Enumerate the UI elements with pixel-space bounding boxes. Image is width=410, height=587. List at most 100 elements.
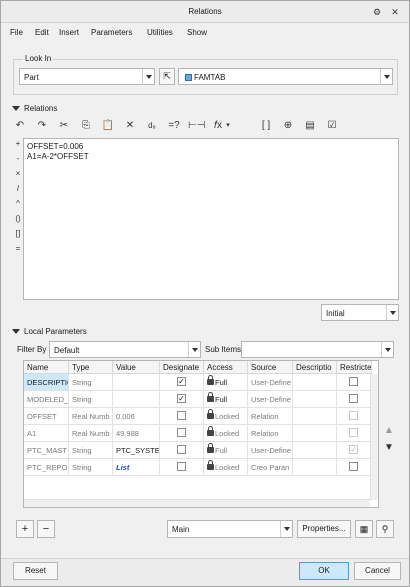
designate-checkbox[interactable]: ✓ — [177, 377, 186, 386]
restricted-checkbox[interactable] — [349, 377, 358, 386]
param-value-cell[interactable]: 0.006 — [113, 408, 160, 425]
insert-dimension-icon[interactable]: ⊢⊣ — [188, 118, 205, 134]
view-select[interactable]: Main — [167, 520, 293, 538]
param-description-cell[interactable] — [293, 442, 337, 459]
equals-operator-icon[interactable]: = — [13, 244, 23, 253]
menu-parameters[interactable]: Parameters — [91, 28, 132, 37]
delete-icon[interactable]: ✕ — [122, 118, 138, 134]
parentheses-operator-icon[interactable]: () — [13, 214, 23, 223]
menu-show[interactable]: Show — [187, 28, 207, 37]
param-name-cell[interactable]: DESCRIPTIO — [24, 374, 69, 391]
settings-icon[interactable]: ⚙ — [371, 6, 383, 18]
verify-relations-icon[interactable]: ⊕ — [280, 118, 296, 134]
param-access-cell[interactable]: Locked — [204, 408, 248, 425]
menu-file[interactable]: File — [10, 28, 23, 37]
relations-heading[interactable]: Relations — [12, 104, 57, 113]
param-name-cell[interactable]: MODELED_ — [24, 391, 69, 408]
remove-parameter-button[interactable]: − — [37, 520, 55, 538]
sub-items-select[interactable] — [241, 341, 394, 358]
relations-editor[interactable]: OFFSET=0.006 A1=A-2*OFFSET — [23, 138, 399, 300]
column-header-type[interactable]: Type — [69, 361, 113, 374]
param-description-cell[interactable] — [293, 459, 337, 476]
param-name-cell[interactable]: A1 — [24, 425, 69, 442]
vertical-scrollbar[interactable] — [370, 374, 378, 500]
cancel-button[interactable]: Cancel — [354, 562, 401, 580]
brackets-icon[interactable]: [ ] — [258, 118, 274, 134]
look-in-model-select[interactable]: FAMTAB — [178, 68, 393, 85]
param-access-cell[interactable]: Full — [204, 391, 248, 408]
reset-button[interactable]: Reset — [13, 562, 58, 580]
param-name-cell[interactable]: OFFSET — [24, 408, 69, 425]
param-name-cell[interactable]: PTC_MAST — [24, 442, 69, 459]
sort-order-select[interactable]: Initial — [321, 304, 399, 321]
multiply-operator-icon[interactable]: × — [13, 169, 23, 178]
add-parameter-button[interactable]: + — [16, 520, 34, 538]
param-value-cell[interactable]: 49.988 — [113, 425, 160, 442]
column-header-description[interactable]: Descriptio — [293, 361, 337, 374]
param-value-cell[interactable] — [113, 374, 160, 391]
paste-icon[interactable]: 📋 — [100, 118, 116, 134]
param-value-list-link[interactable]: List — [113, 459, 160, 476]
parameters-table[interactable]: Name Type Value Designate Access Source … — [23, 360, 379, 508]
chevron-down-icon[interactable]: ▾ — [220, 118, 236, 134]
param-name-cell[interactable]: PTC_REPOI — [24, 459, 69, 476]
param-access-cell[interactable]: Full — [204, 374, 248, 391]
menu-insert[interactable]: Insert — [59, 28, 79, 37]
param-restricted-cell — [337, 408, 372, 425]
designate-checkbox[interactable] — [177, 411, 186, 420]
show-dimension-icon[interactable]: d₈ — [144, 118, 160, 134]
close-icon[interactable]: ✕ — [389, 6, 401, 18]
param-type-cell: String — [69, 391, 113, 408]
access-value: Locked — [215, 412, 240, 421]
param-access-cell[interactable]: Locked — [204, 459, 248, 476]
search-parameters-button[interactable]: ⚲ — [376, 520, 394, 538]
power-operator-icon[interactable]: ^ — [13, 199, 23, 208]
param-description-cell[interactable] — [293, 425, 337, 442]
param-access-cell[interactable]: Full — [204, 442, 248, 459]
column-header-value[interactable]: Value — [113, 361, 160, 374]
column-header-access[interactable]: Access — [204, 361, 248, 374]
table-columns-button[interactable]: ▦ — [355, 520, 373, 538]
look-in-type-select[interactable]: Part — [19, 68, 155, 85]
restricted-checkbox — [349, 411, 358, 420]
check-relations-icon[interactable]: ☑ — [324, 118, 340, 134]
param-description-cell[interactable] — [293, 374, 337, 391]
evaluate-icon[interactable]: =? — [166, 118, 182, 134]
minus-operator-icon[interactable]: - — [13, 154, 23, 163]
sort-relations-icon[interactable]: ▤ — [302, 118, 318, 134]
cut-icon[interactable]: ✂ — [56, 118, 72, 134]
copy-icon[interactable]: ⎘ — [78, 118, 94, 134]
param-value-cell[interactable] — [113, 391, 160, 408]
designate-checkbox[interactable] — [177, 462, 186, 471]
properties-button[interactable]: Properties... — [297, 520, 351, 538]
param-type-cell: String — [69, 374, 113, 391]
column-header-source[interactable]: Source — [248, 361, 293, 374]
divide-operator-icon[interactable]: / — [13, 184, 23, 193]
local-params-heading[interactable]: Local Parameters — [12, 327, 87, 336]
designate-checkbox[interactable] — [177, 445, 186, 454]
menu-edit[interactable]: Edit — [35, 28, 49, 37]
move-up-icon[interactable]: ▲ — [384, 425, 394, 436]
designate-checkbox[interactable]: ✓ — [177, 394, 186, 403]
param-access-cell[interactable]: Locked — [204, 425, 248, 442]
param-description-cell[interactable] — [293, 408, 337, 425]
collapse-triangle-icon — [12, 329, 20, 335]
restricted-checkbox[interactable] — [349, 394, 358, 403]
column-header-restricted[interactable]: Restricted — [337, 361, 372, 374]
filter-by-select[interactable]: Default — [49, 341, 201, 358]
plus-operator-icon[interactable]: + — [13, 139, 23, 148]
redo-icon[interactable]: ↷ — [34, 118, 50, 134]
undo-icon[interactable]: ↶ — [12, 118, 28, 134]
column-header-name[interactable]: Name — [24, 361, 69, 374]
param-value-cell[interactable]: PTC_SYSTE — [113, 442, 160, 459]
ok-button[interactable]: OK — [299, 562, 349, 580]
move-down-icon[interactable]: ▼ — [384, 442, 394, 453]
designate-checkbox[interactable] — [177, 428, 186, 437]
column-header-designate[interactable]: Designate — [160, 361, 204, 374]
menu-utilities[interactable]: Utilities — [147, 28, 173, 37]
restricted-checkbox[interactable] — [349, 462, 358, 471]
param-description-cell[interactable] — [293, 391, 337, 408]
brackets-operator-icon[interactable]: [] — [13, 229, 23, 238]
horizontal-scrollbar[interactable] — [24, 499, 370, 507]
select-model-button[interactable]: ⇱ — [159, 68, 175, 85]
